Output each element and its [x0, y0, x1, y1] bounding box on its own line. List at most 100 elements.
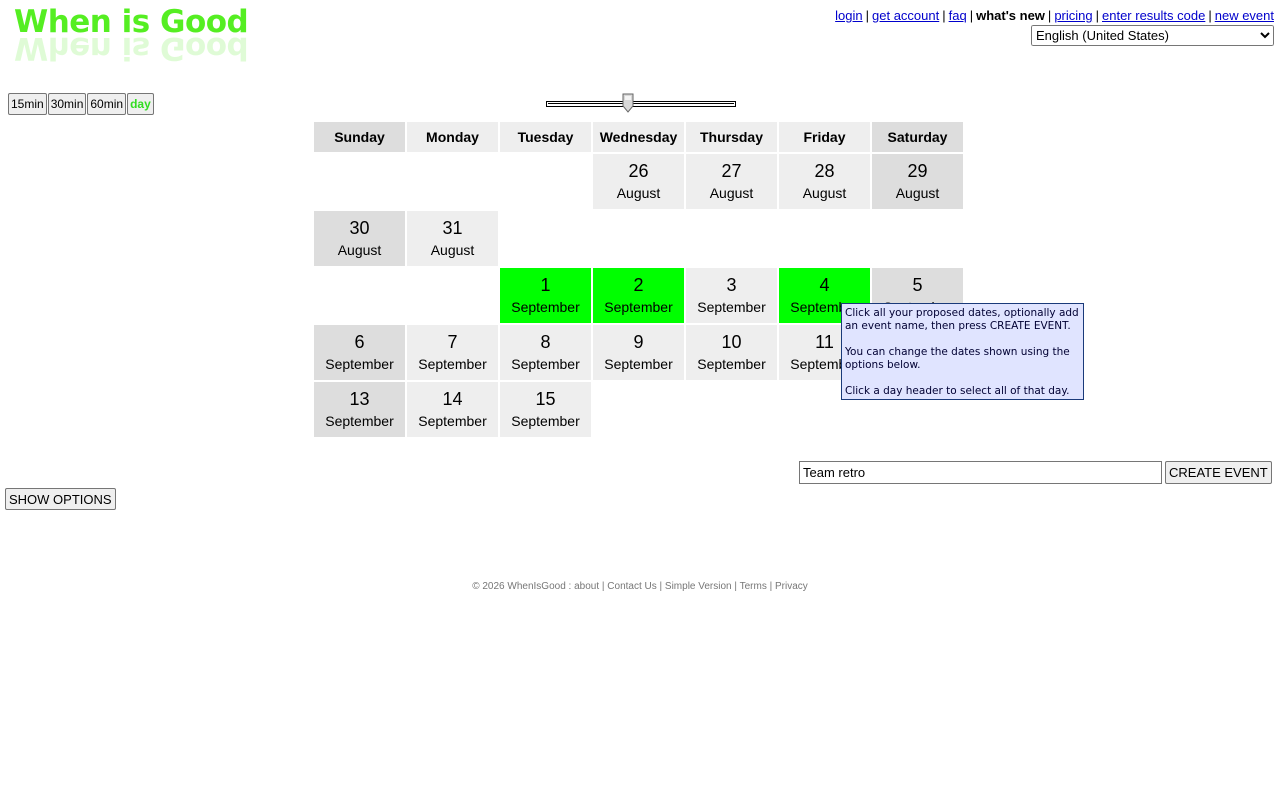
day-number: 31: [442, 217, 463, 238]
zoom-30min-button[interactable]: 30min: [47, 93, 87, 115]
nav-pricing[interactable]: pricing: [1054, 8, 1092, 23]
calendar-week-row: 30 August 31 August: [314, 211, 963, 266]
day-header-tuesday[interactable]: Tuesday: [500, 122, 591, 152]
month-name: September: [697, 355, 766, 372]
calendar-day-cell[interactable]: 10 September: [686, 325, 777, 380]
calendar-empty-cell: [779, 211, 870, 266]
nav-new-event[interactable]: new event: [1215, 8, 1274, 23]
event-name-input[interactable]: [799, 461, 1162, 484]
footer-link-contact[interactable]: Contact Us: [607, 581, 656, 592]
tooltip-line-2: You can change the dates shown using the…: [845, 346, 1070, 371]
nav-get-account[interactable]: get account: [872, 8, 939, 23]
day-header-friday[interactable]: Friday: [779, 122, 870, 152]
calendar-empty-cell: [407, 154, 498, 209]
month-name: August: [337, 241, 382, 258]
nav-separator: |: [969, 8, 974, 23]
month-name: August: [616, 184, 661, 201]
calendar-empty-cell: [314, 154, 405, 209]
nav-enter-results-code[interactable]: enter results code: [1102, 8, 1205, 23]
month-name: September: [325, 412, 394, 429]
day-header-saturday[interactable]: Saturday: [872, 122, 963, 152]
footer: © 2026 WhenIsGood : about | Contact Us |…: [472, 581, 808, 592]
calendar-empty-cell: [314, 268, 405, 323]
calendar-day-cell[interactable]: 3 September: [686, 268, 777, 323]
day-number: 27: [721, 160, 742, 181]
day-header-thursday[interactable]: Thursday: [686, 122, 777, 152]
month-name: August: [895, 184, 940, 201]
day-header-wednesday[interactable]: Wednesday: [593, 122, 684, 152]
calendar-day-cell[interactable]: 31 August: [407, 211, 498, 266]
show-options-button[interactable]: SHOW OPTIONS: [5, 488, 116, 510]
calendar-day-cell[interactable]: 7 September: [407, 325, 498, 380]
calendar-empty-cell: [686, 382, 777, 437]
calendar-day-cell[interactable]: 1 September: [500, 268, 591, 323]
calendar-day-cell[interactable]: 13 September: [314, 382, 405, 437]
date-range-slider[interactable]: [546, 101, 736, 107]
nav-separator: |: [1208, 8, 1212, 23]
day-number: 3: [726, 274, 737, 295]
day-header-sunday[interactable]: Sunday: [314, 122, 405, 152]
calendar-empty-cell: [872, 211, 963, 266]
create-event-button[interactable]: CREATE EVENT: [1165, 461, 1272, 484]
day-number: 6: [354, 331, 365, 352]
month-name: September: [697, 298, 766, 315]
language-select[interactable]: English (United States): [1031, 25, 1274, 46]
logo-reflection: When is Good: [14, 30, 249, 66]
nav-separator: |: [1095, 8, 1099, 23]
tooltip-line-3: Click a day header to select all of that…: [845, 385, 1070, 397]
calendar-empty-cell: [593, 382, 684, 437]
calendar-day-cell[interactable]: 26 August: [593, 154, 684, 209]
month-name: August: [709, 184, 754, 201]
calendar-day-cell[interactable]: 27 August: [686, 154, 777, 209]
calendar-day-cell[interactable]: 9 September: [593, 325, 684, 380]
calendar-day-cell[interactable]: 28 August: [779, 154, 870, 209]
footer-link-about[interactable]: about: [574, 581, 599, 592]
calendar-week-row: 26 August 27 August 28 August 29 August: [314, 154, 963, 209]
nav-separator: |: [865, 8, 870, 23]
nav-whats-new[interactable]: what's new: [976, 8, 1045, 23]
day-number: 1: [540, 274, 551, 295]
calendar-day-cell[interactable]: 6 September: [314, 325, 405, 380]
month-name: September: [418, 355, 487, 372]
day-number: 14: [442, 388, 463, 409]
tooltip-line-1: Click all your proposed dates, optionall…: [845, 307, 1079, 332]
slider-thumb[interactable]: [622, 93, 634, 113]
help-tooltip: Click all your proposed dates, optionall…: [841, 303, 1084, 400]
month-name: August: [430, 241, 475, 258]
day-number: 29: [907, 160, 928, 181]
footer-link-simple-version[interactable]: Simple Version: [665, 581, 732, 592]
calendar-day-cell[interactable]: 14 September: [407, 382, 498, 437]
month-name: September: [418, 412, 487, 429]
day-number: 7: [447, 331, 458, 352]
day-number: 10: [721, 331, 742, 352]
day-header-row: Sunday Monday Tuesday Wednesday Thursday…: [314, 122, 963, 152]
top-nav: login | get account | faq | what's new | pricing…: [835, 8, 1274, 23]
nav-faq[interactable]: faq: [949, 8, 967, 23]
day-number: 8: [540, 331, 551, 352]
month-name: September: [325, 355, 394, 372]
calendar-day-cell[interactable]: 8 September: [500, 325, 591, 380]
nav-login[interactable]: login: [835, 8, 862, 23]
footer-link-privacy[interactable]: Privacy: [775, 581, 808, 592]
footer-copyright: © 2026 WhenIsGood :: [472, 581, 575, 592]
calendar-day-cell[interactable]: 2 September: [593, 268, 684, 323]
calendar-day-cell[interactable]: 15 September: [500, 382, 591, 437]
footer-link-terms[interactable]: Terms: [740, 581, 767, 592]
day-number: 26: [628, 160, 649, 181]
zoom-day-button[interactable]: day: [127, 93, 154, 115]
day-number: 9: [633, 331, 644, 352]
nav-separator: |: [942, 8, 946, 23]
calendar-day-cell[interactable]: 30 August: [314, 211, 405, 266]
day-number: 13: [349, 388, 370, 409]
day-number: 4: [819, 274, 830, 295]
day-number: 15: [535, 388, 556, 409]
day-header-monday[interactable]: Monday: [407, 122, 498, 152]
month-name: September: [604, 298, 673, 315]
zoom-60min-button[interactable]: 60min: [87, 93, 127, 115]
zoom-15min-button[interactable]: 15min: [8, 93, 47, 115]
day-number: 2: [633, 274, 644, 295]
calendar-day-cell[interactable]: 29 August: [872, 154, 963, 209]
slider-track: [548, 103, 734, 104]
month-name: September: [511, 355, 580, 372]
calendar-empty-cell: [686, 211, 777, 266]
